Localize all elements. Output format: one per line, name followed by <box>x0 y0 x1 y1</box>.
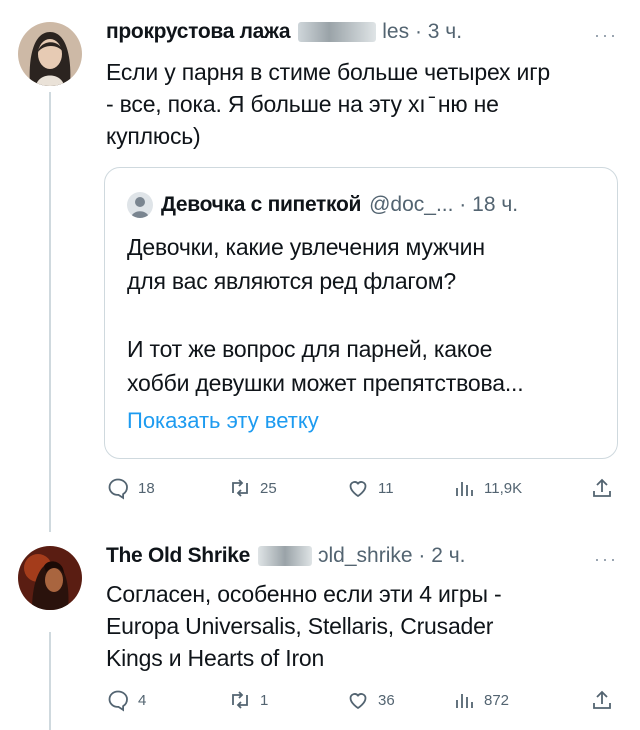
post-header: прокрустова лажа les · 3 ч. <box>106 20 462 44</box>
share-button[interactable] <box>590 688 622 712</box>
author-name[interactable]: прокрустова лажа <box>106 20 291 44</box>
like-button[interactable]: 11 <box>346 476 394 500</box>
repost-count: 1 <box>260 691 269 709</box>
like-count: 11 <box>378 479 394 497</box>
reply-button[interactable]: 18 <box>106 476 155 500</box>
views-icon <box>456 694 473 708</box>
reply-header: The Old Shrike ɔld_shrike · 2 ч. <box>106 544 466 568</box>
like-count: 36 <box>378 691 395 709</box>
reply-author-handle[interactable]: ɔld_shrike <box>318 544 413 568</box>
separator-dot: · <box>412 544 432 567</box>
quoted-text-line: для вас являются ред флагом? <box>127 268 456 294</box>
like-icon <box>349 481 367 498</box>
views-icon <box>456 482 473 496</box>
share-button[interactable] <box>590 476 622 500</box>
repost-count: 25 <box>260 479 277 497</box>
quoted-avatar[interactable] <box>127 192 153 218</box>
thread-connector-bottom <box>49 632 51 730</box>
reply-count: 4 <box>138 691 147 709</box>
repost-button[interactable]: 1 <box>228 688 268 712</box>
quoted-text-line <box>127 298 523 332</box>
post-text-line: Если у парня в стиме больше четырех игр <box>106 59 550 85</box>
reply-icon <box>108 478 128 500</box>
reply-author-name[interactable]: The Old Shrike <box>106 544 250 568</box>
avatar[interactable] <box>18 22 82 86</box>
post-text-line: куплюсь) <box>106 123 201 149</box>
author-handle[interactable]: les <box>382 20 409 44</box>
quoted-text-line: Девочки, какие увлечения мужчин <box>127 234 485 260</box>
quoted-author-handle[interactable]: @doc_... <box>369 193 453 217</box>
reply-text-line: Согласен, особенно если эти 4 игры - <box>106 581 502 607</box>
quoted-text: Девочки, какие увлечения мужчин для вас … <box>127 230 524 400</box>
quoted-post-time[interactable]: 18 ч. <box>472 193 518 217</box>
reply-text-line: Kings и Hearts of Iron <box>106 645 325 671</box>
show-thread-link[interactable]: Показать эту ветку <box>127 408 319 434</box>
more-options-icon[interactable]: ··· <box>594 549 618 570</box>
reply-actions: 4 1 36 872 <box>106 688 616 718</box>
views-button[interactable]: 872 <box>452 688 509 712</box>
share-icon <box>593 690 611 709</box>
like-icon <box>349 693 367 710</box>
share-icon <box>593 478 611 497</box>
views-button[interactable]: 11,9K <box>452 476 522 500</box>
reply-text: Согласен, особенно если эти 4 игры - Eur… <box>106 578 502 674</box>
quoted-text-line: И тот же вопрос для парней, какое <box>127 336 493 362</box>
repost-icon <box>232 691 248 709</box>
quoted-post-header: Девочка с пипеткой @doc_... · 18 ч. <box>127 192 518 218</box>
reply-handle-obscured <box>258 546 312 566</box>
quoted-author-name[interactable]: Девочка с пипеткой <box>161 193 361 217</box>
separator-dot: · <box>453 193 473 216</box>
reply-avatar[interactable] <box>18 546 82 610</box>
reply-count: 18 <box>138 479 155 497</box>
more-options-icon[interactable]: ··· <box>594 25 618 46</box>
repost-icon <box>232 479 248 497</box>
separator-dot: · <box>409 20 428 43</box>
repost-button[interactable]: 25 <box>228 476 277 500</box>
thread-connector <box>49 92 51 532</box>
author-badge-obscured <box>298 22 377 42</box>
post-time[interactable]: 3 ч. <box>428 20 462 44</box>
quoted-post[interactable]: Девочка с пипеткой @doc_... · 18 ч. Дево… <box>104 167 618 459</box>
post-actions: 18 25 11 11,9K <box>106 476 616 506</box>
post-text: Если у парня в стиме больше четырех игр … <box>106 56 550 152</box>
reply-time[interactable]: 2 ч. <box>431 544 465 568</box>
views-count: 11,9K <box>484 479 523 497</box>
reply-icon <box>108 690 128 712</box>
post-text-line: - все, пока. Я больше на эту хı ̄ ню не <box>106 91 499 117</box>
reply-button[interactable]: 4 <box>106 688 146 712</box>
views-count: 872 <box>484 691 510 709</box>
like-button[interactable]: 36 <box>346 688 395 712</box>
reply-text-line: Europa Universalis, Stellaris, Crusader <box>106 613 494 639</box>
quoted-text-line: хобби девушки может препятствова... <box>127 370 524 396</box>
